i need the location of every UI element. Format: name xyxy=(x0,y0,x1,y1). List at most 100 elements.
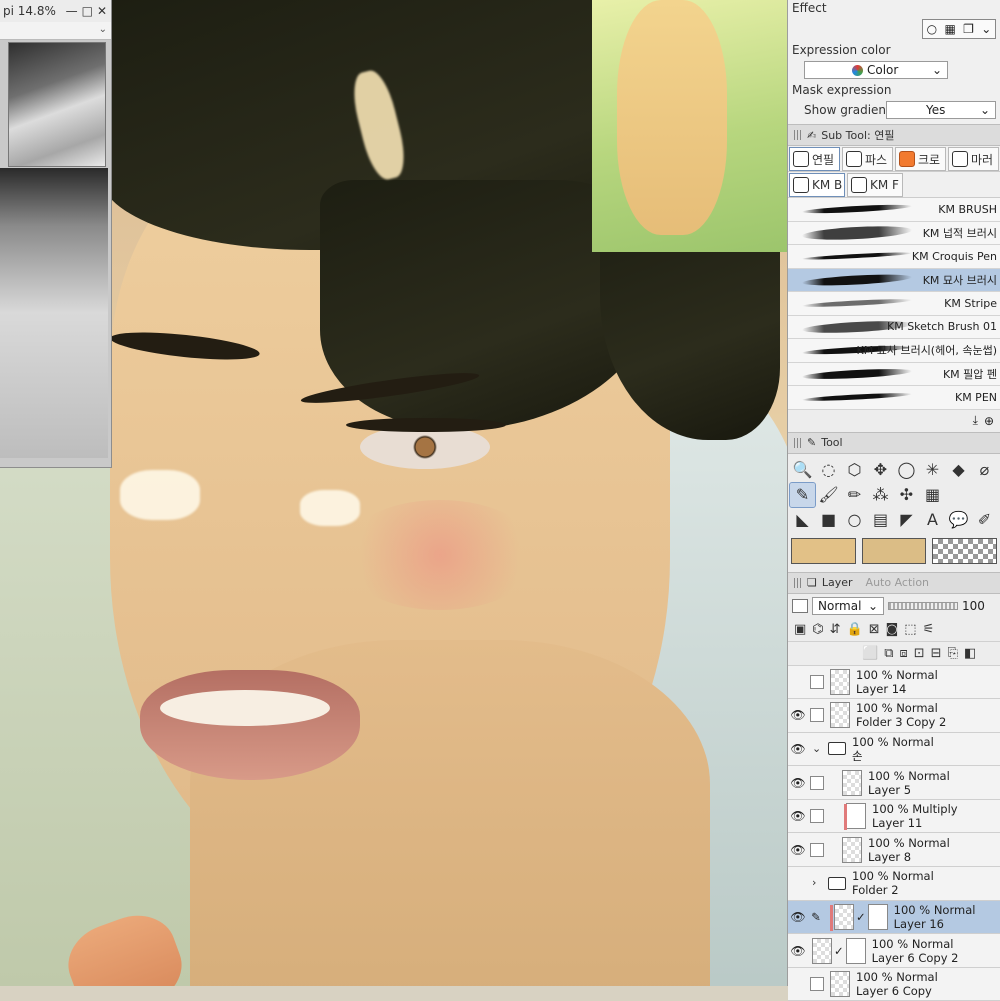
opacity-value[interactable]: 100 xyxy=(962,599,985,613)
layer-folder-row[interactable]: 👁 ⌄ 100 % Normal손 xyxy=(788,733,1000,767)
layer-check[interactable] xyxy=(810,675,824,689)
tab-layer[interactable]: Layer xyxy=(822,576,853,589)
layer-check[interactable] xyxy=(810,977,824,991)
balloon-icon[interactable]: 💬 xyxy=(946,508,971,532)
brush-item[interactable]: KM Croquis Pen xyxy=(788,245,1000,269)
eye-icon[interactable]: 👁 xyxy=(788,910,808,924)
layers-icon[interactable]: ❐ xyxy=(963,22,974,36)
tab-pencil[interactable]: 연필 xyxy=(789,147,840,171)
tab-km-f[interactable]: KM F xyxy=(847,173,903,197)
brush-item[interactable]: KM 필압 펜 xyxy=(788,363,1000,387)
brush-item[interactable]: KM 넙적 브러시 xyxy=(788,222,1000,246)
layer-check[interactable] xyxy=(810,708,824,722)
layer-check[interactable] xyxy=(810,843,824,857)
grip-icon[interactable] xyxy=(794,578,802,588)
pencil-icon[interactable]: ✏ xyxy=(842,483,867,507)
blend-mode-select[interactable]: Normal ⌄ xyxy=(812,597,884,615)
brush-item[interactable]: KM Sketch Brush 01 xyxy=(788,316,1000,340)
navigator-preview[interactable] xyxy=(0,168,108,458)
close-icon[interactable]: ✕ xyxy=(97,4,107,18)
eyedropper-icon[interactable]: ⌀ xyxy=(972,458,997,482)
sparkle-icon[interactable]: ✳ xyxy=(920,458,945,482)
download-icon[interactable]: ⤓ xyxy=(973,413,978,428)
tab-auto-action[interactable]: Auto Action xyxy=(866,576,930,589)
main-color-swatch[interactable] xyxy=(791,538,856,564)
delete-icon[interactable]: ◧ xyxy=(964,646,976,661)
palette-icon[interactable]: ⬚ xyxy=(904,622,916,637)
lasso-icon[interactable]: ◯ xyxy=(894,458,919,482)
reference-image-window[interactable] xyxy=(592,0,787,252)
lock-alpha-icon[interactable]: ⊠ xyxy=(869,622,880,637)
copy-icon[interactable]: ⎘ xyxy=(948,646,958,661)
tab-marker[interactable]: 마러 xyxy=(948,147,999,171)
layer-row[interactable]: 👁 100 % NormalFolder 3 Copy 2 xyxy=(788,699,1000,733)
new-layer-icon[interactable]: ⬜ xyxy=(862,646,878,661)
new-folder-icon[interactable]: ⊡ xyxy=(914,646,925,661)
tool-panel-header[interactable]: ✎ Tool xyxy=(788,432,1000,454)
layer-row[interactable]: 👁 100 % MultiplyLayer 11 xyxy=(788,800,1000,834)
pen-icon[interactable]: ✎ xyxy=(790,483,815,507)
eye-icon[interactable]: 👁 xyxy=(788,708,808,722)
spray-icon[interactable]: ⁂ xyxy=(868,483,893,507)
reference-icon[interactable]: ⌬ xyxy=(812,622,823,637)
mask-icon[interactable]: ◙ xyxy=(886,622,899,637)
minimize-icon[interactable]: — xyxy=(66,4,78,18)
add-icon[interactable]: ⊕ xyxy=(984,414,994,428)
lock-icon[interactable]: 🔒 xyxy=(847,622,863,637)
ellipse-icon[interactable]: ○ xyxy=(842,508,867,532)
grid-icon[interactable]: ▦ xyxy=(920,483,945,507)
new-vector-icon[interactable]: ⧈ xyxy=(899,646,907,661)
layer-row[interactable]: 100 % NormalLayer 6 Copy xyxy=(788,968,1000,1001)
eye-icon[interactable]: 👁 xyxy=(788,809,808,823)
layer-folder-row[interactable]: › 100 % NormalFolder 2 xyxy=(788,867,1000,901)
brush-item[interactable]: KM 묘사 브러시(헤어, 속눈썹) xyxy=(788,339,1000,363)
brush-item[interactable]: KM PEN xyxy=(788,386,1000,410)
layer-row[interactable]: 👁 100 % NormalLayer 5 xyxy=(788,766,1000,800)
dither-icon[interactable]: ▦ xyxy=(944,22,955,36)
expression-color-select[interactable]: Color ⌄ xyxy=(804,61,948,79)
correction-icon[interactable]: ✐ xyxy=(972,508,997,532)
layer-row[interactable]: 👁 100 % NormalLayer 8 xyxy=(788,833,1000,867)
transparent-color-swatch[interactable] xyxy=(932,538,997,564)
layer-row[interactable]: 100 % NormalLayer 14 xyxy=(788,666,1000,700)
subtool-panel-header[interactable]: ✍ Sub Tool: 연필 xyxy=(788,124,1000,146)
draft-icon[interactable]: ⇵ xyxy=(830,622,841,637)
chevron-down-icon[interactable]: ⌄ xyxy=(812,742,824,756)
brush-item[interactable]: KM Stripe xyxy=(788,292,1000,316)
layer-color-icon[interactable] xyxy=(792,599,808,613)
move-icon[interactable]: ✥ xyxy=(868,458,893,482)
grip-icon[interactable] xyxy=(794,130,802,140)
frame-icon[interactable]: ▤ xyxy=(868,508,893,532)
merge-icon[interactable]: ⊟ xyxy=(931,646,942,661)
eye-icon[interactable]: 👁 xyxy=(788,776,808,790)
tab-km-b[interactable]: KM B xyxy=(789,173,845,197)
chevron-down-icon[interactable]: ⌄ xyxy=(99,24,107,35)
chevron-right-icon[interactable]: › xyxy=(812,876,824,890)
sub-color-swatch[interactable] xyxy=(862,538,927,564)
magnifier-icon[interactable]: 🔍 xyxy=(790,458,815,482)
chevron-down-icon[interactable]: ⌄ xyxy=(981,22,991,36)
blend-icon[interactable]: ✣ xyxy=(894,483,919,507)
grip-icon[interactable] xyxy=(794,438,802,448)
layer-check[interactable] xyxy=(810,809,824,823)
ruler-icon[interactable]: ◤ xyxy=(894,508,919,532)
opacity-slider[interactable] xyxy=(888,602,958,610)
fill-icon[interactable]: ◣ xyxy=(790,508,815,532)
eraser-icon[interactable]: ◆ xyxy=(946,458,971,482)
navigator-thumbnail[interactable] xyxy=(8,42,106,167)
brush-item-selected[interactable]: KM 묘사 브러시 xyxy=(788,269,1000,293)
maximize-icon[interactable]: □ xyxy=(82,4,93,18)
tab-pastel[interactable]: 파스 xyxy=(842,147,893,171)
eye-icon[interactable]: 👁 xyxy=(788,944,808,958)
brush-item[interactable]: KM BRUSH xyxy=(788,198,1000,222)
tab-croquis[interactable]: 크로 xyxy=(895,147,946,171)
clip-icon[interactable]: ▣ xyxy=(794,622,806,637)
new-raster-icon[interactable]: ⧉ xyxy=(884,646,893,661)
text-icon[interactable]: A xyxy=(920,508,945,532)
layer-row[interactable]: 👁 ✓ 100 % NormalLayer 6 Copy 2 xyxy=(788,934,1000,968)
brush-icon[interactable]: 🖌 xyxy=(816,483,841,507)
show-gradients-select[interactable]: Yes ⌄ xyxy=(886,101,996,119)
eye-icon[interactable]: 👁 xyxy=(788,742,808,756)
layer-panel-header[interactable]: ❏ Layer Auto Action xyxy=(788,572,1000,594)
gradient-icon[interactable]: ■ xyxy=(816,508,841,532)
